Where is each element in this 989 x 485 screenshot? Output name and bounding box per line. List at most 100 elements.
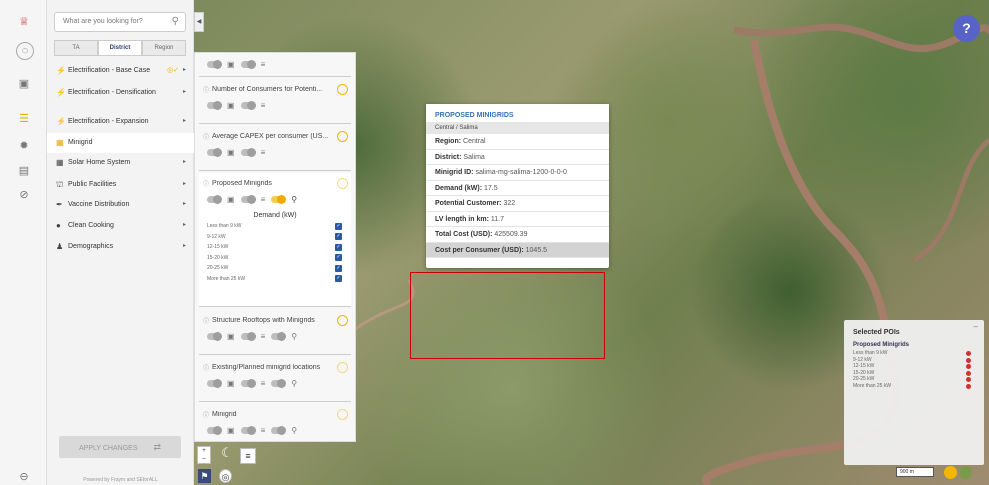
layer-select-ring[interactable] [337, 409, 348, 420]
poi-dot [966, 383, 971, 389]
filter-toggle[interactable] [240, 426, 256, 435]
info-icon[interactable]: ⓘ [203, 132, 209, 141]
legend-label: 20-25 kW [207, 265, 229, 272]
visibility-toggle[interactable] [207, 426, 222, 435]
info-icon[interactable]: ⓘ [203, 363, 209, 372]
poi-toggle[interactable] [271, 195, 287, 204]
menu-item-public-facilities[interactable]: ⛫ Public Facilities ▸ [47, 180, 194, 190]
calendar-icon[interactable]: ▣ [227, 60, 235, 69]
calendar-icon[interactable]: ▣ [227, 379, 235, 388]
search-input[interactable]: What are you looking for? ⚲ [54, 12, 186, 32]
collapse-panel-button[interactable]: ◀ [194, 12, 204, 32]
globe-icon[interactable]: ✹ [16, 137, 32, 153]
apply-changes-button[interactable]: APPLY CHANGES ⇄ [59, 436, 181, 458]
basemap-icon[interactable] [959, 466, 972, 479]
legend-checkbox[interactable]: ✓ [335, 275, 342, 283]
menu-item-minigrid[interactable]: ▦ Minigrid [47, 133, 194, 153]
poi-toggle[interactable] [271, 426, 287, 435]
calendar-icon[interactable]: ▣ [227, 332, 235, 341]
calendar-icon[interactable]: ▣ [227, 148, 235, 157]
menu-item-vaccine[interactable]: ✒ Vaccine Distribution ▸ [47, 200, 194, 209]
filter-toggle[interactable] [240, 195, 256, 204]
solar-panel-icon: ▦ [56, 158, 64, 167]
calendar-icon[interactable]: ▣ [227, 426, 235, 435]
menu-label: Electrification - Densification [68, 89, 156, 96]
powered-by: Powered by Fraym and SEforALL [83, 477, 158, 483]
poi-toggle[interactable] [271, 332, 287, 341]
legend-checkbox[interactable]: ✓ [335, 222, 342, 230]
search-icon[interactable]: ⚲ [172, 16, 179, 27]
river-north [733, 23, 989, 52]
menu-item-solar-home[interactable]: ▦ Solar Home System ▸ [47, 158, 194, 167]
stack-icon[interactable]: ☰ [16, 110, 32, 126]
layer-select-ring[interactable] [337, 362, 348, 373]
minimize-icon[interactable]: – [974, 322, 978, 331]
visibility-toggle[interactable] [207, 101, 222, 110]
popup-key: Minigrid ID: [435, 169, 474, 176]
filter-toggle[interactable] [240, 379, 256, 388]
filter-toggle[interactable] [240, 101, 256, 110]
sliders-icon[interactable]: ≡ [261, 101, 266, 110]
sliders-icon[interactable]: ≡ [261, 426, 266, 435]
popup-key: LV length in km: [435, 215, 489, 223]
menu-item-base-case[interactable]: ⚡ Electrification - Base Case ◎✓ ▸ [47, 66, 194, 75]
menu-label: Public Facilities [68, 181, 117, 188]
tab-ta[interactable]: TA [54, 40, 98, 55]
visibility-toggle[interactable] [207, 379, 222, 388]
logout-icon[interactable]: ⊖ [16, 468, 32, 484]
menu-item-demographics[interactable]: ♟ Demographics ▸ [47, 242, 194, 251]
filter-toggle[interactable] [240, 148, 256, 157]
pin-icon[interactable]: ⚲ [291, 195, 297, 204]
layer-title: Existing/Planned minigrid locations [212, 364, 321, 371]
hidden-eye-icon[interactable]: ⊘ [16, 186, 32, 202]
help-button[interactable]: ? [953, 15, 980, 42]
menu-label: Electrification - Expansion [68, 118, 149, 125]
poi-toggle[interactable] [271, 379, 287, 388]
sliders-icon[interactable]: ≡ [261, 148, 266, 157]
poi-label: More than 25 kW [853, 382, 892, 389]
tab-district[interactable]: District [98, 40, 142, 55]
info-icon[interactable]: ⓘ [203, 410, 209, 419]
chevron-right-icon: ▸ [182, 243, 186, 249]
bookmark-icon[interactable]: ⚑ [198, 469, 211, 483]
visibility-toggle[interactable] [207, 148, 222, 157]
menu-item-densification[interactable]: ⚡ Electrification - Densification ▸ [47, 88, 194, 97]
calendar-icon[interactable]: ▣ [227, 195, 235, 204]
menu-label: Electrification - Base Case [68, 67, 151, 74]
info-icon[interactable]: ⓘ [203, 316, 209, 325]
menu-item-clean-cooking[interactable]: ● Clean Cooking ▸ [47, 221, 194, 230]
legend-checkbox[interactable]: ✓ [335, 243, 342, 251]
sliders-icon[interactable]: ≡ [261, 195, 266, 204]
visibility-toggle[interactable] [207, 195, 222, 204]
pin-icon[interactable]: ⚲ [291, 332, 297, 341]
legend-checkbox[interactable]: ✓ [335, 233, 342, 241]
legend-checkbox[interactable]: ✓ [335, 264, 342, 272]
tab-region[interactable]: Region [142, 40, 186, 55]
sliders-icon[interactable]: ≡ [261, 60, 266, 69]
sun-icon[interactable] [944, 466, 957, 479]
popup-key: Demand (kW): [435, 184, 483, 192]
filter-toggle[interactable] [240, 60, 256, 69]
locate-icon[interactable]: ◎ [219, 469, 232, 483]
sliders-icon[interactable]: ≡ [261, 332, 266, 341]
calendar-icon[interactable]: ▣ [227, 101, 235, 110]
info-icon[interactable]: ⓘ [203, 85, 209, 94]
info-icon[interactable]: ⓘ [203, 179, 209, 188]
legend-checkbox[interactable]: ✓ [335, 254, 342, 262]
layer-select-ring[interactable] [337, 84, 348, 95]
visibility-toggle[interactable] [207, 60, 222, 69]
pin-icon[interactable]: ⚲ [291, 379, 297, 388]
visibility-toggle[interactable] [207, 332, 222, 341]
layer-select-ring[interactable] [337, 178, 348, 189]
pin-icon[interactable]: ⚲ [291, 426, 297, 435]
menu-item-expansion[interactable]: ⚡ Electrification - Expansion ▸ [47, 117, 194, 126]
layer-select-ring[interactable] [337, 131, 348, 142]
measure-icon[interactable]: ≡ [240, 448, 256, 464]
sliders-icon[interactable]: ≡ [261, 379, 266, 388]
filter-toggle[interactable] [240, 332, 256, 341]
zoom-control[interactable]: + – [197, 446, 211, 464]
document-icon[interactable]: ▤ [16, 162, 32, 178]
dark-mode-icon[interactable]: ☾ [219, 446, 235, 462]
layer-select-ring[interactable] [337, 315, 348, 326]
layers-icon[interactable]: ▣ [16, 75, 32, 91]
